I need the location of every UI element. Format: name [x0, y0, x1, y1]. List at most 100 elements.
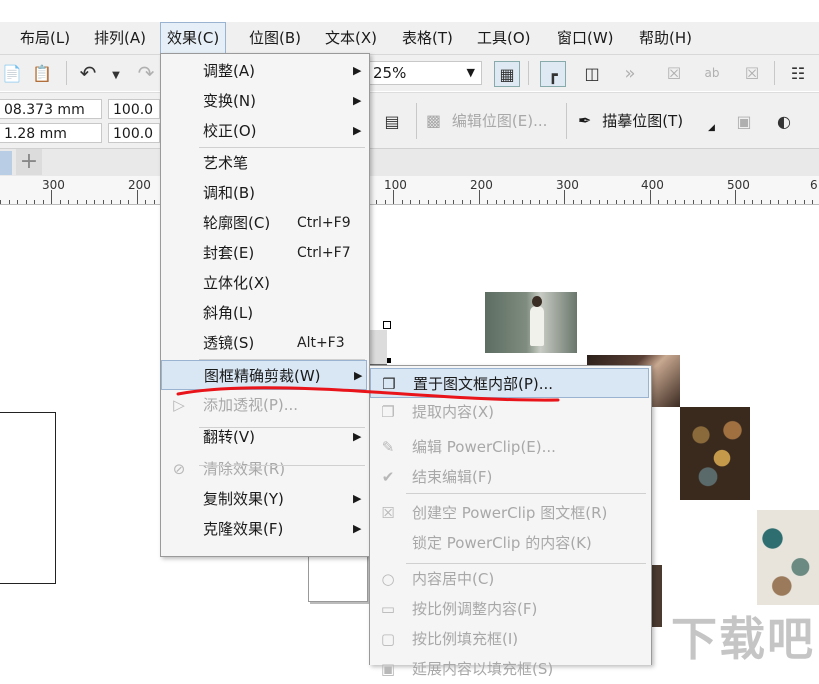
effects-menu-item[interactable]: 封套(E) Ctrl+F7 [161, 238, 367, 268]
menu-table[interactable]: 表格(T) [396, 22, 459, 54]
red-annotation-line [176, 386, 560, 402]
ruler-tick [384, 200, 386, 204]
active-tab[interactable] [0, 151, 12, 175]
ruler-label: 100 [384, 178, 407, 192]
powerclip-menu-item[interactable]: ▭ 按比例调整内容(F) [370, 594, 649, 624]
ruler-label: 300 [556, 178, 579, 192]
fit-content-icon: ▭ [380, 600, 396, 618]
rectangle-shape[interactable] [0, 412, 56, 584]
text-box-icon[interactable]: ab [700, 61, 724, 85]
menu-arrange[interactable]: 排列(A) [88, 22, 152, 54]
ruler-tick [632, 200, 634, 204]
ruler-tick [709, 200, 711, 204]
menu-bitmaps[interactable]: 位图(B) [243, 22, 307, 54]
zoom-dropdown-icon[interactable]: ▼ [467, 62, 475, 84]
effects-menu-item[interactable]: 校正(O) ▶ [161, 116, 367, 146]
toolbar-separator [66, 61, 67, 85]
x-position-field[interactable]: 08.373 mm [0, 99, 102, 119]
effects-menu: 调整(A) ▶ 变换(N) ▶ 校正(O) ▶ 艺术笔 调和(B) 轮廓图(C) Ctrl+F9 封… [160, 53, 370, 557]
powerclip-menu-item[interactable]: ▢ 按比例填充框(I) [370, 624, 649, 654]
watermark-text: 下载吧 [671, 612, 815, 666]
ruler-tick [726, 200, 728, 204]
menu-tools[interactable]: 工具(O) [471, 22, 537, 54]
view-icon[interactable]: ◫ [580, 61, 604, 85]
scale-height-field[interactable]: 100.0 [108, 123, 160, 143]
stretch-content-icon: ▣ [380, 660, 396, 678]
zoom-level-field[interactable]: 25% ▼ [368, 61, 482, 85]
ruler-tick [812, 200, 814, 204]
menu-text[interactable]: 文本(X) [319, 22, 383, 54]
bitmap-mask-icon[interactable]: ◐ [772, 109, 796, 133]
menu-effects[interactable]: 效果(C) [160, 22, 227, 54]
menu-separator [406, 563, 646, 564]
trace-dropdown-icon[interactable]: ◢ [708, 123, 715, 133]
undo-icon[interactable]: ↶ [76, 61, 100, 85]
y-position-field[interactable]: 1.28 mm [0, 123, 102, 143]
document-icon[interactable]: 📄 [0, 61, 24, 85]
snap-icon[interactable]: ┏ [540, 61, 566, 87]
effects-menu-item[interactable]: 调和(B) [161, 178, 367, 208]
powerclip-menu-item[interactable]: 锁定 PowerClip 的内容(K) [370, 528, 649, 558]
effects-menu-item[interactable]: 艺术笔 [161, 148, 367, 178]
effects-menu-item[interactable]: 复制效果(Y) ▶ [161, 484, 367, 514]
effects-menu-item-label: 克隆效果(F) [203, 520, 284, 538]
powerclip-menu-item[interactable]: ○ 内容居中(C) [370, 564, 649, 594]
powerclip-menu-item[interactable]: ✔ 结束编辑(F) [370, 462, 649, 492]
chevron-more-icon[interactable]: » [618, 61, 642, 85]
ruler-tick [641, 200, 643, 204]
effects-menu-item[interactable]: 透镜(S) Alt+F3 [161, 328, 367, 358]
effects-menu-item[interactable]: 变换(N) ▶ [161, 86, 367, 116]
powerclip-menu-item[interactable]: ✎ 编辑 PowerClip(E)... [370, 432, 649, 462]
effects-menu-item[interactable]: ⊘ 清除效果(R) [161, 454, 367, 484]
redo-icon[interactable]: ↷ [134, 61, 158, 85]
wrap-text-icon[interactable]: ▤ [380, 109, 404, 133]
fit-page-icon[interactable]: ▦ [494, 61, 520, 87]
ruler-tick [25, 200, 27, 204]
menu-layout[interactable]: 布局(L) [14, 22, 76, 54]
submenu-arrow-icon: ▶ [353, 94, 362, 107]
effects-menu-item[interactable]: 斜角(L) [161, 298, 367, 328]
effects-menu-item[interactable]: 立体化(X) [161, 268, 367, 298]
effects-menu-item-label: 封套(E) [203, 244, 255, 262]
ruler-tick [427, 200, 429, 204]
effects-menu-item-label: 斜角(L) [203, 304, 254, 322]
chevron-down-icon[interactable]: ▼ [104, 63, 128, 87]
menu-window[interactable]: 窗口(W) [551, 22, 620, 54]
menu-separator [199, 427, 365, 428]
window-top-strip [0, 0, 819, 22]
ruler-label: 6 [810, 178, 818, 192]
ruler-label: 300 [42, 178, 65, 192]
toolbar-separator [528, 61, 529, 85]
edit-bitmap-button[interactable]: ▩ 编辑位图(E)... [426, 109, 547, 133]
effects-menu-item[interactable]: 调整(A) ▶ [161, 56, 367, 86]
ruler-tick [478, 190, 480, 204]
create-empty-frame-icon: ☒ [381, 504, 395, 522]
ruler-tick [735, 190, 737, 204]
photo-presenter[interactable] [485, 292, 577, 353]
ruler-label: 400 [641, 178, 664, 192]
add-tab-button[interactable]: + [16, 149, 42, 175]
effects-menu-item-label: 艺术笔 [203, 154, 249, 172]
powerclip-menu-item[interactable]: ▣ 延展内容以填充框(S) [370, 654, 649, 684]
trace-bitmap-button[interactable]: ✒ 描摹位图(T) [578, 109, 683, 133]
powerclip-menu-item-label: 按比例填充框(I) [412, 630, 519, 648]
frame-icon[interactable]: ☒ [662, 61, 686, 85]
selection-handle[interactable] [383, 321, 391, 329]
menu-separator [199, 147, 365, 148]
paste-icon[interactable]: 📋 [30, 61, 54, 85]
submenu-arrow-icon: ▶ [353, 64, 362, 77]
powerclip-menu-item[interactable]: ☒ 创建空 PowerClip 图文框(R) [370, 498, 649, 528]
grid-icon[interactable]: ☷ [786, 61, 810, 85]
ruler-tick [701, 200, 703, 204]
effects-menu-item-label: 校正(O) [203, 122, 257, 140]
resample-icon[interactable]: ▣ [732, 109, 756, 133]
crop-icon[interactable]: ☒ [740, 61, 764, 85]
effects-menu-item[interactable]: 克隆效果(F) ▶ [161, 514, 367, 544]
ruler-tick [453, 200, 455, 204]
photo-jewelry[interactable] [757, 510, 819, 605]
effects-menu-item[interactable]: 轮廓图(C) Ctrl+F9 [161, 208, 367, 238]
menu-help[interactable]: 帮助(H) [633, 22, 698, 54]
horizontal-ruler[interactable]: 300 200 100 200 300 400 500 6 [0, 176, 819, 205]
photo-beads[interactable] [680, 407, 750, 500]
scale-width-field[interactable]: 100.0 [108, 99, 160, 119]
